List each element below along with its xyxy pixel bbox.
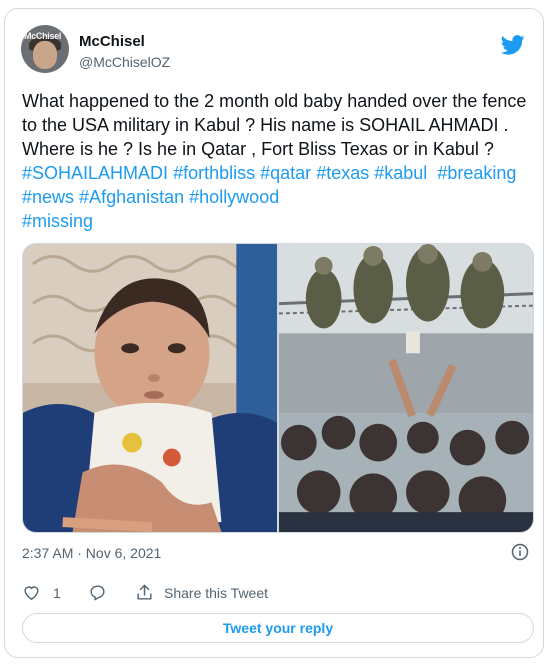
reply-icon — [90, 585, 105, 601]
heart-icon — [24, 586, 39, 600]
avatar-face — [33, 41, 57, 69]
twitter-bird-icon[interactable] — [501, 35, 525, 55]
tweet-your-reply-button[interactable]: Tweet your reply — [22, 613, 534, 643]
tweet-actions: 1 Share this Tweet — [22, 583, 534, 605]
hashtag-link[interactable]: #forthbliss — [173, 163, 255, 183]
avatar-label: McChisel — [24, 31, 62, 41]
reply-button[interactable] — [88, 583, 107, 602]
hashtag-link[interactable]: #hollywood — [189, 187, 279, 207]
info-icon[interactable] — [511, 543, 529, 561]
baby-photo[interactable] — [23, 244, 277, 532]
author-handle[interactable]: @McChiselOZ — [79, 54, 170, 70]
tweet-text-segment — [427, 163, 437, 183]
hashtag-link[interactable]: #missing — [22, 211, 93, 231]
tweet-timestamp[interactable]: 2:37 AM · Nov 6, 2021 — [22, 545, 161, 561]
share-button[interactable]: Share this Tweet — [135, 583, 268, 602]
hashtag-link[interactable]: #qatar — [260, 163, 311, 183]
avatar[interactable]: McChisel — [21, 25, 69, 73]
like-button[interactable]: 1 — [22, 583, 61, 602]
hashtag-link[interactable]: #kabul — [374, 163, 427, 183]
like-count: 1 — [53, 584, 61, 601]
hashtag-link[interactable]: #SOHAILAHMADI — [22, 163, 168, 183]
hashtag-link[interactable]: #Afghanistan — [79, 187, 184, 207]
media-grid[interactable] — [22, 243, 534, 533]
tweet-text-segment — [516, 163, 521, 183]
share-label: Share this Tweet — [164, 584, 269, 601]
tweet-body: What happened to the 2 month old baby ha… — [22, 89, 534, 233]
fence-crowd-photo[interactable] — [279, 244, 533, 532]
share-icon — [137, 584, 152, 600]
hashtag-link[interactable]: #texas — [316, 163, 369, 183]
author-name[interactable]: McChisel — [79, 33, 145, 50]
tweet-text-segment: What happened to the 2 month old baby ha… — [22, 91, 532, 159]
tweet-card: McChisel McChisel @McChiselOZ What happe… — [4, 8, 544, 658]
hashtag-link[interactable]: #breaking — [437, 163, 516, 183]
hashtag-link[interactable]: #news — [22, 187, 74, 207]
tweet-header: McChisel McChisel @McChiselOZ — [21, 23, 527, 73]
